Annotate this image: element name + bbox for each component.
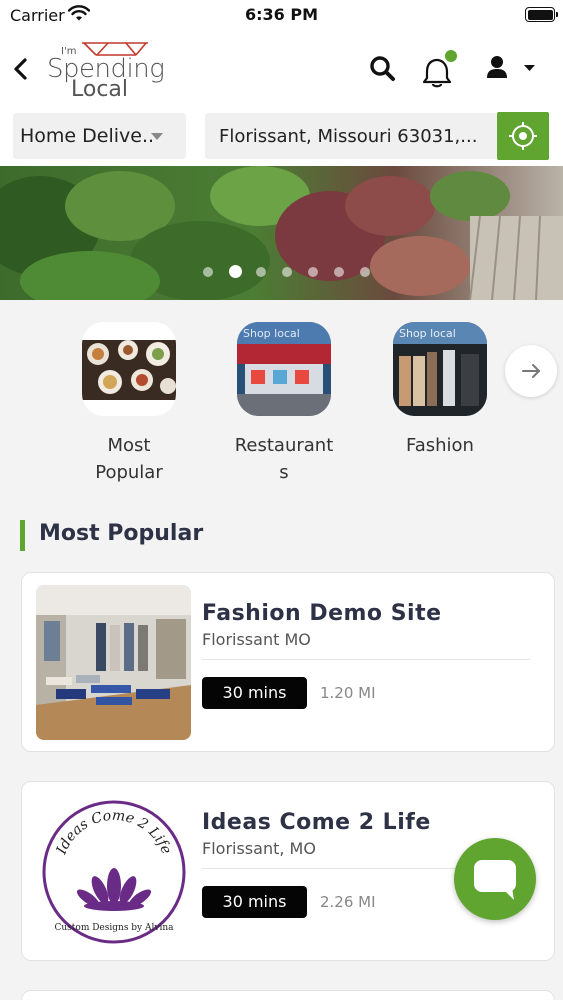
store-image (36, 585, 191, 740)
banner-dot[interactable] (334, 267, 344, 277)
svg-text:Custom Designs by Alvina: Custom Designs by Alvina (54, 923, 174, 933)
store-distance: 1.20 MI (320, 684, 376, 702)
store-logo: Ideas Come 2 Life Custom Designs by Alvi… (36, 794, 191, 949)
battery-icon (525, 7, 558, 22)
banner-dot[interactable] (360, 267, 370, 277)
banner-dot[interactable] (282, 267, 292, 277)
status-bar: Carrier 6:36 PM (0, 0, 563, 32)
filter-bar: Home Delive... (0, 112, 563, 166)
caret-down-icon (151, 133, 163, 140)
locate-me-button[interactable] (497, 112, 549, 160)
clock: 6:36 PM (244, 5, 318, 24)
banner-dot[interactable] (308, 267, 318, 277)
category-most-popular[interactable]: Most Popular (59, 322, 199, 486)
svg-text:Shop local: Shop local (399, 327, 456, 340)
crosshair-icon (509, 122, 537, 150)
banner-dot-active[interactable] (229, 265, 242, 278)
store-name: Fashion Demo Site (202, 601, 442, 626)
chevron-down-icon (524, 65, 535, 71)
notification-badge (445, 50, 457, 62)
category-restaurants[interactable]: Shop local Restaurant s (214, 322, 354, 486)
category-image: Shop local (237, 322, 331, 416)
store-card[interactable]: Fashion Demo Site Florissant MO 30 mins … (21, 572, 555, 752)
banner-dot[interactable] (256, 267, 266, 277)
logo-text-local: Local (71, 77, 129, 102)
delivery-mode-select[interactable]: Home Delive... (13, 113, 186, 159)
svg-text:Shop local: Shop local (243, 327, 300, 340)
store-distance: 2.26 MI (320, 893, 376, 911)
arrow-right-icon (522, 364, 540, 378)
chat-button[interactable] (454, 838, 536, 920)
store-city: Florissant, MO (202, 839, 316, 858)
category-image: Shop local (393, 322, 487, 416)
section-title: Most Popular (39, 521, 204, 546)
promo-banner[interactable] (0, 166, 563, 300)
app-header: I'm Spending Local (0, 32, 563, 112)
store-card[interactable] (21, 990, 555, 1000)
section-accent-bar (20, 520, 25, 551)
delivery-mode-value: Home Delive... (20, 125, 152, 147)
chat-bubble-icon (474, 860, 516, 900)
notifications-button[interactable] (419, 50, 459, 90)
store-name: Ideas Come 2 Life (202, 810, 431, 835)
banner-image (0, 166, 563, 300)
category-next-button[interactable] (505, 345, 557, 397)
user-icon (487, 56, 507, 78)
delivery-time-badge: 30 mins (202, 886, 307, 918)
search-icon[interactable] (369, 54, 397, 84)
category-label: Restaurant s (234, 435, 334, 483)
banner-dot[interactable] (203, 267, 213, 277)
category-image (82, 322, 176, 416)
location-input[interactable] (205, 113, 497, 159)
category-label: Fashion (406, 435, 474, 456)
divider (202, 659, 530, 660)
category-label: Most Popular (95, 435, 163, 483)
store-city: Florissant MO (202, 630, 311, 649)
app-logo[interactable]: I'm Spending Local (44, 40, 165, 102)
account-menu-button[interactable] (484, 54, 540, 84)
category-fashion[interactable]: Shop local Fashion (370, 322, 510, 459)
back-icon[interactable] (8, 54, 34, 84)
delivery-time-badge: 30 mins (202, 677, 307, 709)
